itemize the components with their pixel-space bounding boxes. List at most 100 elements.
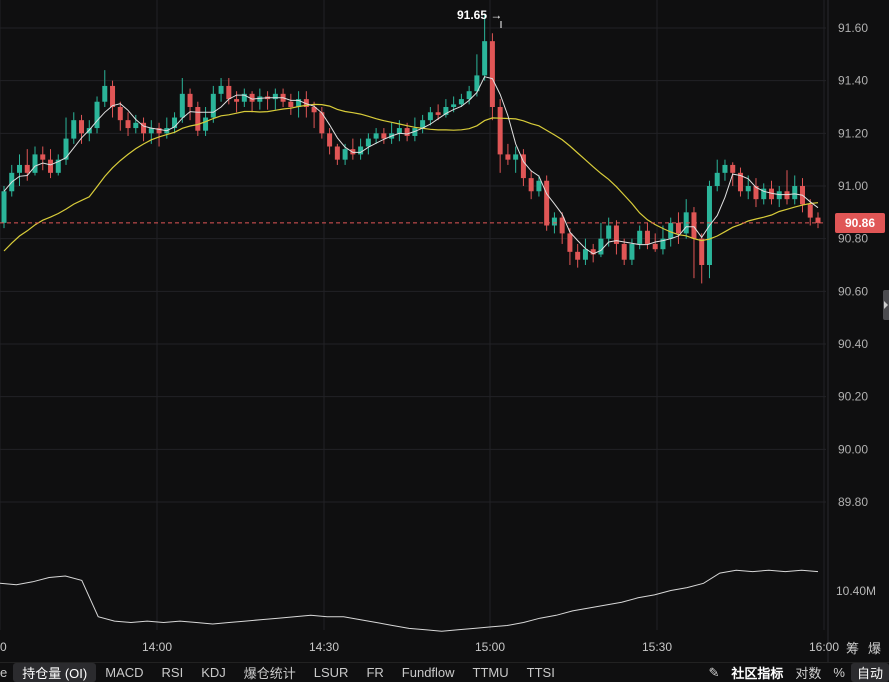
candle-body (629, 243, 635, 260)
candle-body (652, 243, 658, 250)
candle-body (505, 154, 511, 160)
candle-body (807, 204, 813, 218)
auto-scale-toggle[interactable]: 自动 (850, 663, 889, 682)
edit-icon[interactable]: ✎ (702, 665, 725, 681)
current-price-badge: 90.86 (835, 212, 885, 233)
price-tick-label: 90.60 (838, 284, 868, 298)
candle-body (559, 217, 565, 234)
candle-body (187, 93, 193, 107)
indicator-tab-fundflow[interactable]: Fundflow (393, 665, 464, 680)
time-tick-label: 14:30 (309, 640, 339, 654)
price-chart[interactable]: 91.60 91.40 91.20 91.00 90.80 90.60 90.40 90.20… (0, 0, 889, 662)
candle-body (730, 164, 736, 173)
candle-body (396, 128, 402, 134)
candle-body (745, 186, 751, 192)
candle-body (203, 117, 209, 131)
indicator-tab-kdj[interactable]: KDJ (192, 665, 235, 680)
price-tick-label: 91.60 (838, 21, 868, 35)
indicator-tab-liquidation[interactable]: 爆仓统计 (235, 663, 305, 682)
candle-body (404, 128, 410, 136)
price-tick-label: 91.40 (838, 74, 868, 88)
time-tick-label: 0 (0, 640, 7, 654)
candle-body (358, 146, 364, 155)
time-tick-label: 16:00 (809, 640, 839, 654)
candle-body (621, 243, 627, 260)
candle-body (575, 251, 581, 260)
candle-body (334, 146, 340, 160)
candle-body (489, 41, 495, 107)
percent-toggle[interactable]: % (827, 665, 851, 680)
candle-body (102, 85, 108, 102)
candle-body (234, 99, 240, 102)
indicator-tab-lsur[interactable]: LSUR (305, 665, 358, 680)
candle-body (582, 249, 588, 260)
indicator-tab-rsi[interactable]: RSI (153, 665, 193, 680)
candle-body (528, 178, 534, 192)
candle-body (792, 186, 798, 200)
candle-body (179, 93, 185, 118)
candle-body (110, 85, 116, 107)
candle-body (497, 107, 503, 155)
candle-body (226, 85, 232, 100)
candle-body (815, 217, 821, 223)
community-indicators-button[interactable]: 社区指标 (725, 663, 789, 682)
time-tick-label: 14:00 (142, 640, 172, 654)
candle-body (435, 112, 441, 115)
time-tick-label: 15:00 (475, 640, 505, 654)
candle-body (776, 191, 782, 200)
candles (1, 14, 821, 284)
price-axis: 91.60 91.40 91.20 91.00 90.80 90.60 90.40 90.20… (838, 21, 868, 509)
candle-body (606, 225, 612, 239)
open-interest-line (0, 569, 819, 632)
indicator-tab-prev[interactable]: e (0, 665, 13, 680)
liquidation-button[interactable]: 爆 (868, 638, 881, 657)
candle-body (272, 93, 278, 100)
indicator-tab-oi[interactable]: 持仓量 (OI) (13, 663, 97, 682)
price-tick-label: 90.00 (838, 442, 868, 456)
indicator-tab-ttmu[interactable]: TTMU (464, 665, 518, 680)
price-tick-label: 90.40 (838, 337, 868, 351)
indicator-tab-macd[interactable]: MACD (96, 665, 152, 680)
candle-body (637, 230, 643, 244)
candle-body (784, 191, 790, 200)
candle-body (257, 96, 263, 102)
candle-body (71, 120, 77, 139)
high-marker: 91.65 → (457, 8, 502, 22)
candle-body (327, 133, 333, 147)
candle-body (94, 101, 100, 129)
candle-body (210, 93, 216, 118)
toolbar-right: ✎ 社区指标 对数 % 自动 (702, 663, 889, 682)
candle-body (644, 230, 650, 244)
price-tick-label: 91.20 (838, 126, 868, 140)
candle-body (117, 107, 123, 121)
candle-body (40, 154, 46, 160)
open-interest-label: 10.40M (836, 584, 876, 598)
chip-distribution-button[interactable]: 筹 (846, 638, 859, 657)
candle-body (458, 99, 464, 105)
indicator-toolbar: e 持仓量 (OI) MACD RSI KDJ 爆仓统计 LSUR FR Fun… (0, 662, 889, 682)
candle-body (536, 180, 542, 192)
indicator-tab-fr[interactable]: FR (357, 665, 392, 680)
candle-body (218, 85, 224, 94)
candle-body (451, 104, 457, 107)
candle-body (79, 120, 85, 134)
price-tick-label: 89.80 (838, 495, 868, 509)
expand-panel-handle[interactable] (883, 290, 889, 320)
log-scale-toggle[interactable]: 对数 (789, 663, 827, 682)
candle-body (48, 159, 54, 173)
indicator-tab-ttsi[interactable]: TTSI (518, 665, 564, 680)
candle-body (722, 164, 728, 173)
candle-body (17, 164, 23, 173)
candle-body (24, 164, 30, 173)
candle-body (551, 217, 557, 226)
candle-body (691, 212, 697, 239)
candle-body (427, 112, 433, 121)
candle-body (598, 238, 604, 255)
price-tick-label: 91.00 (838, 179, 868, 193)
time-tick-label: 15:30 (642, 640, 672, 654)
candle-body (373, 133, 379, 139)
candle-body (365, 138, 371, 147)
candle-body (63, 138, 69, 160)
candle-body (544, 180, 550, 226)
candle-body (513, 154, 519, 160)
